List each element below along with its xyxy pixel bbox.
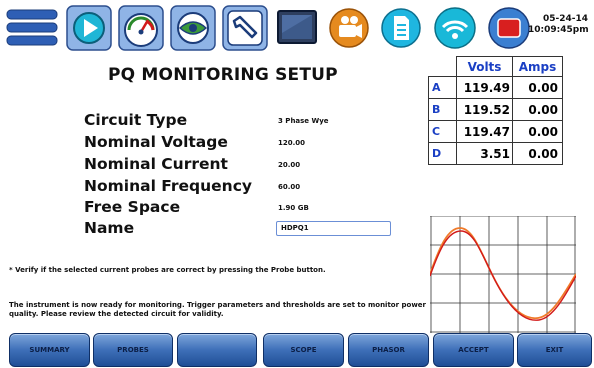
- play-icon[interactable]: [66, 5, 112, 51]
- accept-button[interactable]: ACCEPT: [433, 333, 514, 367]
- ready-note: The instrument is now ready for monitori…: [9, 301, 426, 318]
- volts-value: 3.51: [456, 142, 513, 165]
- document-icon[interactable]: [378, 5, 424, 51]
- probe-note: * Verify if the selected current probes …: [9, 266, 326, 274]
- amps-header: Amps: [512, 56, 563, 77]
- free-space-label: Free Space: [84, 198, 181, 216]
- blank-button[interactable]: [177, 333, 257, 367]
- circuit-type-label: Circuit Type: [84, 111, 188, 129]
- nominal-current-value: 20.00: [278, 161, 301, 169]
- nominal-voltage-label: Nominal Voltage: [84, 133, 228, 151]
- record-icon[interactable]: [486, 5, 532, 51]
- circuit-type-value: 3 Phase Wye: [278, 117, 329, 125]
- top-toolbar: 05-24-14 10:09:45pm: [0, 0, 594, 58]
- table-row: C 119.47 0.00: [428, 120, 563, 143]
- date-text: 05-24-14: [542, 14, 588, 24]
- waveform-preview: [430, 216, 576, 333]
- exit-button[interactable]: EXIT: [517, 333, 592, 367]
- volts-value: 119.49: [456, 76, 513, 99]
- amps-value: 0.00: [512, 98, 563, 121]
- datetime-display: 05-24-14 10:09:45pm: [528, 14, 589, 36]
- nominal-frequency-label: Nominal Frequency: [84, 177, 253, 195]
- page-title: PQ MONITORING SETUP: [108, 65, 338, 85]
- menu-icon[interactable]: [4, 5, 60, 51]
- name-field[interactable]: HDPQ1: [276, 221, 391, 236]
- amps-value: 0.00: [512, 76, 563, 99]
- readings-table: Volts Amps A 119.49 0.00 B 119.52 0.00 C…: [428, 56, 563, 165]
- nominal-current-label: Nominal Current: [84, 155, 228, 173]
- table-row: A 119.49 0.00: [428, 76, 563, 99]
- meter-gauge-icon[interactable]: [118, 5, 164, 51]
- readings-header-row: Volts Amps: [428, 56, 563, 77]
- table-row: D 3.51 0.00: [428, 142, 563, 165]
- volts-value: 119.47: [456, 120, 513, 143]
- bottom-button-bar: SUMMARY PROBES SCOPE PHASOR ACCEPT EXIT: [0, 333, 594, 368]
- amps-value: 0.00: [512, 142, 563, 165]
- name-label: Name: [84, 219, 135, 237]
- wireless-icon[interactable]: [432, 5, 478, 51]
- scope-button[interactable]: SCOPE: [263, 333, 344, 367]
- volts-value: 119.52: [456, 98, 513, 121]
- screen-icon[interactable]: [274, 5, 320, 51]
- probes-button[interactable]: PROBES: [93, 333, 173, 367]
- table-row: B 119.52 0.00: [428, 98, 563, 121]
- free-space-value: 1.90 GB: [278, 204, 309, 212]
- nominal-voltage-value: 120.00: [278, 139, 306, 147]
- phasor-button[interactable]: PHASOR: [348, 333, 429, 367]
- eye-icon[interactable]: [170, 5, 216, 51]
- phase-label: C: [428, 120, 457, 143]
- phase-label: A: [428, 76, 457, 99]
- video-camera-icon[interactable]: [326, 5, 372, 51]
- waveform-trace-orange: [430, 227, 576, 319]
- amps-value: 0.00: [512, 120, 563, 143]
- readings-corner-cell: [428, 56, 457, 77]
- phase-label: B: [428, 98, 457, 121]
- phase-label: D: [428, 142, 457, 165]
- wrench-icon[interactable]: [222, 5, 268, 51]
- volts-header: Volts: [456, 56, 513, 77]
- time-text: 10:09:45pm: [528, 25, 589, 35]
- summary-button[interactable]: SUMMARY: [9, 333, 90, 367]
- nominal-frequency-value: 60.00: [278, 183, 301, 191]
